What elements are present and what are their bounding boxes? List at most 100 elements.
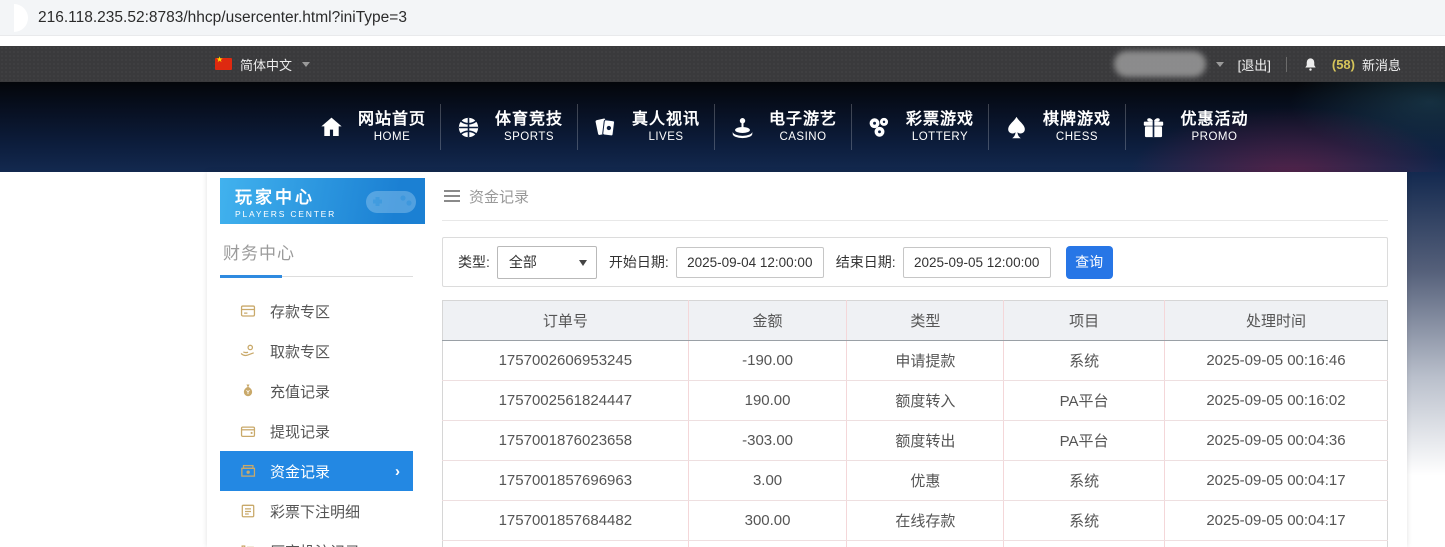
nav-label-en: LOTTERY [906, 130, 974, 144]
type-label: 类型: [458, 252, 490, 272]
cards-icon [592, 114, 619, 141]
browser-gap [0, 36, 1445, 46]
table-cell: 系统 [1004, 461, 1165, 501]
sidebar-item-withdraw-hand[interactable]: 取款专区 › [220, 331, 413, 371]
new-message-link[interactable]: 新消息 [1362, 55, 1401, 74]
table-cell: 2025-09-05 00:16:02 [1164, 381, 1387, 421]
nav-label-en: CHESS [1043, 130, 1111, 144]
sidebar-item-label: 彩票下注明细 [270, 501, 360, 522]
table-cell: 1757001857696963 [443, 461, 689, 501]
username-redacted[interactable] [1114, 51, 1206, 77]
sidebar-menu: 存款专区 › 取款专区 › 充值记录 › 提现记录 › 资金记录 › 彩票下注明… [220, 291, 433, 547]
table-cell: 系统 [1004, 501, 1165, 541]
nav-item-chess[interactable]: 棋牌游戏 CHESS [989, 104, 1126, 150]
browser-address-bar[interactable]: 216.118.235.52:8783/hhcp/usercenter.html… [0, 0, 1445, 36]
language-selector[interactable]: 简体中文 [240, 55, 292, 74]
table-cell: 2025-09-05 00:04:17 [1164, 501, 1387, 541]
roulette-icon [729, 114, 756, 141]
gamepad-icon [365, 184, 417, 218]
sidebar-item-checklist[interactable]: 厅室投注记录 › [220, 531, 413, 547]
nav-item-home[interactable]: 网站首页 HOME [304, 104, 441, 150]
sidebar-item-banknotes[interactable]: 资金记录 › [220, 451, 413, 491]
china-flag-icon [215, 58, 232, 70]
table-row: 17570018576969633.00优惠系统2025-09-05 00:04… [443, 461, 1388, 501]
wallet-icon [239, 422, 257, 440]
nav-label-en: CASINO [769, 130, 837, 144]
sidebar: 玩家中心 PLAYERS CENTER 财务中心 存款专区 › 取款专区 › 充… [207, 172, 433, 547]
checklist-icon [239, 542, 257, 547]
sidebar-item-document[interactable]: 彩票下注明细 › [220, 491, 413, 531]
table-cell: PA平台 [1004, 421, 1165, 461]
table-row: 1757001857684482300.00在线存款系统2025-09-05 0… [443, 501, 1388, 541]
main-nav: 网站首页 HOME 体育竞技 SPORTS 真人视讯 LIVES 电子游艺 CA… [304, 82, 1263, 172]
sidebar-item-label: 充值记录 [270, 381, 330, 402]
sidebar-item-deposit-card[interactable]: 存款专区 › [220, 291, 413, 331]
type-select[interactable]: 全部 [497, 246, 597, 279]
table-row: 1757002561824447190.00额度转入PA平台2025-09-05… [443, 381, 1388, 421]
table-cell: 1757002606953245 [443, 341, 689, 381]
nav-label-zh: 电子游艺 [769, 110, 837, 130]
nav-item-lives[interactable]: 真人视讯 LIVES [578, 104, 715, 150]
language-caret-icon[interactable] [302, 62, 310, 67]
table-cell: 2025-09-05 00:04:17 [1164, 461, 1387, 501]
table-cell [688, 541, 847, 547]
nav-label-zh: 网站首页 [358, 110, 426, 130]
breadcrumb: 资金记录 [469, 186, 529, 207]
nav-item-casino[interactable]: 电子游艺 CASINO [715, 104, 852, 150]
section-underline [220, 275, 413, 278]
logout-link[interactable]: [退出] [1238, 55, 1271, 74]
table-cell [847, 541, 1004, 547]
table-row: 1757001876023658-303.00额度转出PA平台2025-09-0… [443, 421, 1388, 461]
hamburger-icon[interactable] [444, 190, 460, 202]
sidebar-item-label: 厅室投注记录 [270, 541, 360, 547]
nav-item-lottery[interactable]: 彩票游戏 LOTTERY [852, 104, 989, 150]
table-row: 1757002606953245-190.00申请提款系统2025-09-05 … [443, 341, 1388, 381]
nav-label-zh: 真人视讯 [632, 110, 700, 130]
main-content: 资金记录 类型: 全部 开始日期: 结束日期: 查询 订单号金额类型项目处理时间… [433, 172, 1407, 547]
nav-label-zh: 彩票游戏 [906, 110, 974, 130]
funds-record-table: 订单号金额类型项目处理时间 1757002606953245-190.00申请提… [442, 300, 1388, 547]
table-cell: 额度转入 [847, 381, 1004, 421]
content-panel: 玩家中心 PLAYERS CENTER 财务中心 存款专区 › 取款专区 › 充… [207, 172, 1407, 547]
column-header: 金额 [688, 301, 847, 341]
gift-icon [1140, 114, 1167, 141]
sidebar-item-label: 提现记录 [270, 421, 330, 442]
table-cell: 申请提款 [847, 341, 1004, 381]
table-cell: 300.00 [688, 501, 847, 541]
user-menu-caret-icon[interactable] [1216, 62, 1224, 67]
table-cell: PA平台 [1004, 381, 1165, 421]
document-icon [239, 502, 257, 520]
column-header: 处理时间 [1164, 301, 1387, 341]
account-bar: 简体中文 [退出] (58) 新消息 [0, 46, 1445, 82]
end-date-label: 结束日期: [836, 252, 896, 272]
table-cell: 190.00 [688, 381, 847, 421]
nav-label-zh: 优惠活动 [1180, 110, 1248, 130]
sidebar-item-moneybag[interactable]: 充值记录 › [220, 371, 413, 411]
column-header: 订单号 [443, 301, 689, 341]
table-cell: 系统 [1004, 341, 1165, 381]
table-cell: -190.00 [688, 341, 847, 381]
search-button[interactable]: 查询 [1066, 246, 1113, 279]
sidebar-item-wallet[interactable]: 提现记录 › [220, 411, 413, 451]
sidebar-item-label: 取款专区 [270, 341, 330, 362]
table-cell: 在线存款 [847, 501, 1004, 541]
table-cell: 1757002561824447 [443, 381, 689, 421]
withdraw-hand-icon [239, 342, 257, 360]
end-date-input[interactable] [903, 247, 1051, 278]
notification-bell-icon[interactable] [1302, 56, 1319, 73]
finance-section-title: 财务中心 [223, 239, 433, 264]
nav-label-en: SPORTS [495, 130, 563, 144]
nav-item-promo[interactable]: 优惠活动 PROMO [1126, 104, 1263, 150]
message-count[interactable]: (58) [1332, 57, 1355, 72]
table-cell: 优惠 [847, 461, 1004, 501]
table-cell: 2025-09-05 00:16:46 [1164, 341, 1387, 381]
nav-label-zh: 棋牌游戏 [1043, 110, 1111, 130]
page-url[interactable]: 216.118.235.52:8783/hhcp/usercenter.html… [38, 9, 407, 27]
nav-item-sports[interactable]: 体育竞技 SPORTS [441, 104, 578, 150]
table-cell: 额度转出 [847, 421, 1004, 461]
nav-label-en: PROMO [1180, 130, 1248, 144]
home-icon [318, 114, 345, 141]
table-row [443, 541, 1388, 547]
start-date-input[interactable] [676, 247, 824, 278]
moneybag-icon [239, 382, 257, 400]
